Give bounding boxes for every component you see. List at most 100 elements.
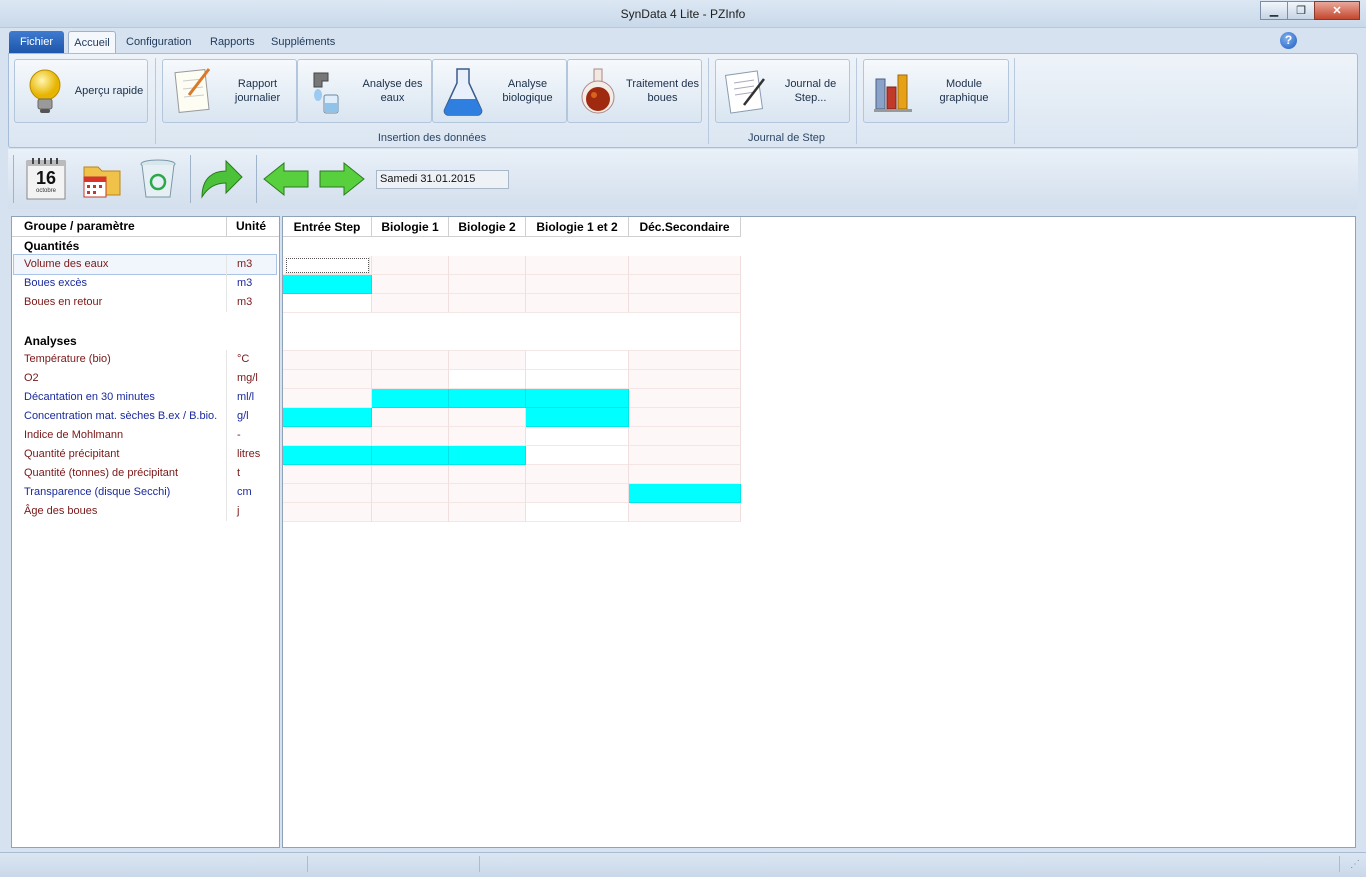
grid-cell-focused[interactable] <box>285 257 370 274</box>
tab-rapports[interactable]: Rapports <box>204 31 261 53</box>
grid-cell[interactable] <box>629 389 741 408</box>
list-item[interactable]: Température (bio) °C <box>12 350 279 369</box>
grid-cell[interactable] <box>449 427 526 446</box>
traitement-des-boues-button[interactable]: Traitement des boues <box>567 59 702 123</box>
grid-cell[interactable] <box>283 275 372 294</box>
list-item[interactable]: Volume des eaux m3 <box>13 254 277 275</box>
recycle-bin-icon[interactable] <box>134 155 182 203</box>
date-field[interactable]: Samedi 31.01.2015 <box>376 170 509 189</box>
minimize-button[interactable]: ▁ <box>1260 1 1288 20</box>
grid-cell[interactable] <box>372 427 449 446</box>
arrow-right-icon[interactable] <box>318 155 366 203</box>
module-graphique-button[interactable]: Module graphique <box>863 59 1009 123</box>
tab-configuration[interactable]: Configuration <box>120 31 197 53</box>
journal-de-step-button[interactable]: Journal de Step... <box>715 59 850 123</box>
grid-cell[interactable] <box>283 503 372 522</box>
list-item[interactable]: Quantité (tonnes) de précipitant t <box>12 464 279 483</box>
grid-cell[interactable] <box>283 484 372 503</box>
apercu-rapide-button[interactable]: Aperçu rapide <box>14 59 148 123</box>
grid-cell[interactable] <box>629 294 741 313</box>
close-button[interactable]: ✕ <box>1314 1 1360 20</box>
grid-cell[interactable] <box>629 275 741 294</box>
list-item[interactable]: Concentration mat. sèches B.ex / B.bio. g… <box>12 407 279 426</box>
help-icon[interactable]: ? <box>1280 32 1297 49</box>
grid-cell[interactable] <box>449 389 526 408</box>
grid-cell[interactable] <box>283 389 372 408</box>
column-header-dec-secondaire[interactable]: Déc.Secondaire <box>629 217 741 237</box>
grid-cell[interactable] <box>629 446 741 465</box>
grid-cell[interactable] <box>283 446 372 465</box>
grid-cell[interactable] <box>526 370 629 389</box>
open-folder-calendar-icon[interactable] <box>78 155 126 203</box>
grid-cell[interactable] <box>629 484 741 503</box>
list-item[interactable]: Décantation en 30 minutes ml/l <box>12 388 279 407</box>
grid-cell[interactable] <box>372 408 449 427</box>
grid-cell[interactable] <box>449 294 526 313</box>
redo-arrow-icon[interactable] <box>196 155 244 203</box>
grid-cell[interactable] <box>526 275 629 294</box>
grid-cell[interactable] <box>629 503 741 522</box>
grid-cell[interactable] <box>449 465 526 484</box>
column-header-biologie-1[interactable]: Biologie 1 <box>372 217 449 237</box>
grid-cell[interactable] <box>372 294 449 313</box>
grid-cell[interactable] <box>283 465 372 484</box>
grid-cell[interactable] <box>449 446 526 465</box>
grid-cell[interactable] <box>526 503 629 522</box>
grid-cell[interactable] <box>372 503 449 522</box>
maximize-button[interactable]: ❐ <box>1287 1 1315 20</box>
resize-grip-icon[interactable]: ⋰ <box>1350 859 1360 870</box>
grid-cell[interactable] <box>526 427 629 446</box>
grid-cell[interactable] <box>526 256 629 275</box>
tab-fichier[interactable]: Fichier <box>9 31 64 53</box>
grid-cell[interactable] <box>372 465 449 484</box>
grid-cell[interactable] <box>629 465 741 484</box>
grid-cell[interactable] <box>372 389 449 408</box>
column-header-biologie-1-et-2[interactable]: Biologie 1 et 2 <box>526 217 629 237</box>
grid-cell[interactable] <box>629 351 741 370</box>
grid-cell[interactable] <box>526 294 629 313</box>
grid-cell[interactable] <box>372 446 449 465</box>
grid-cell[interactable] <box>283 351 372 370</box>
column-header-entree-step[interactable]: Entrée Step <box>283 217 372 237</box>
grid-cell[interactable] <box>449 351 526 370</box>
list-item[interactable]: Boues excès m3 <box>12 274 279 293</box>
arrow-left-icon[interactable] <box>262 155 310 203</box>
analyse-des-eaux-button[interactable]: Analyse des eaux <box>297 59 432 123</box>
grid-cell[interactable] <box>526 351 629 370</box>
grid-cell[interactable] <box>283 370 372 389</box>
grid-cell[interactable] <box>449 408 526 427</box>
grid-cell[interactable] <box>449 370 526 389</box>
analyse-biologique-button[interactable]: Analyse biologique <box>432 59 567 123</box>
grid-cell[interactable] <box>629 370 741 389</box>
list-item[interactable]: Transparence (disque Secchi) cm <box>12 483 279 502</box>
grid-cell[interactable] <box>526 484 629 503</box>
grid-cell[interactable] <box>449 275 526 294</box>
list-item[interactable]: Âge des boues j <box>12 502 279 521</box>
grid-cell[interactable] <box>372 351 449 370</box>
grid-cell[interactable] <box>283 427 372 446</box>
grid-cell[interactable] <box>629 427 741 446</box>
grid-cell[interactable] <box>372 256 449 275</box>
rapport-journalier-button[interactable]: Rapport journalier <box>162 59 297 123</box>
list-item[interactable]: Boues en retour m3 <box>12 293 279 312</box>
grid-cell[interactable] <box>449 503 526 522</box>
grid-cell[interactable] <box>449 484 526 503</box>
list-item[interactable]: Indice de Mohlmann - <box>12 426 279 445</box>
list-item[interactable]: Quantité précipitant litres <box>12 445 279 464</box>
tab-accueil[interactable]: Accueil <box>68 31 116 53</box>
grid-cell[interactable] <box>449 256 526 275</box>
grid-cell[interactable] <box>526 389 629 408</box>
grid-cell[interactable] <box>526 408 629 427</box>
calendar-icon[interactable]: 16 octobre <box>22 155 70 203</box>
grid-cell[interactable] <box>283 408 372 427</box>
tab-supplements[interactable]: Suppléments <box>265 31 341 53</box>
grid-cell[interactable] <box>629 408 741 427</box>
grid-cell[interactable] <box>372 484 449 503</box>
list-item[interactable]: O2 mg/l <box>12 369 279 388</box>
grid-cell[interactable] <box>629 256 741 275</box>
grid-cell[interactable] <box>372 275 449 294</box>
grid-cell[interactable] <box>372 370 449 389</box>
grid-cell[interactable] <box>283 294 372 313</box>
grid-cell[interactable] <box>526 465 629 484</box>
column-header-biologie-2[interactable]: Biologie 2 <box>449 217 526 237</box>
